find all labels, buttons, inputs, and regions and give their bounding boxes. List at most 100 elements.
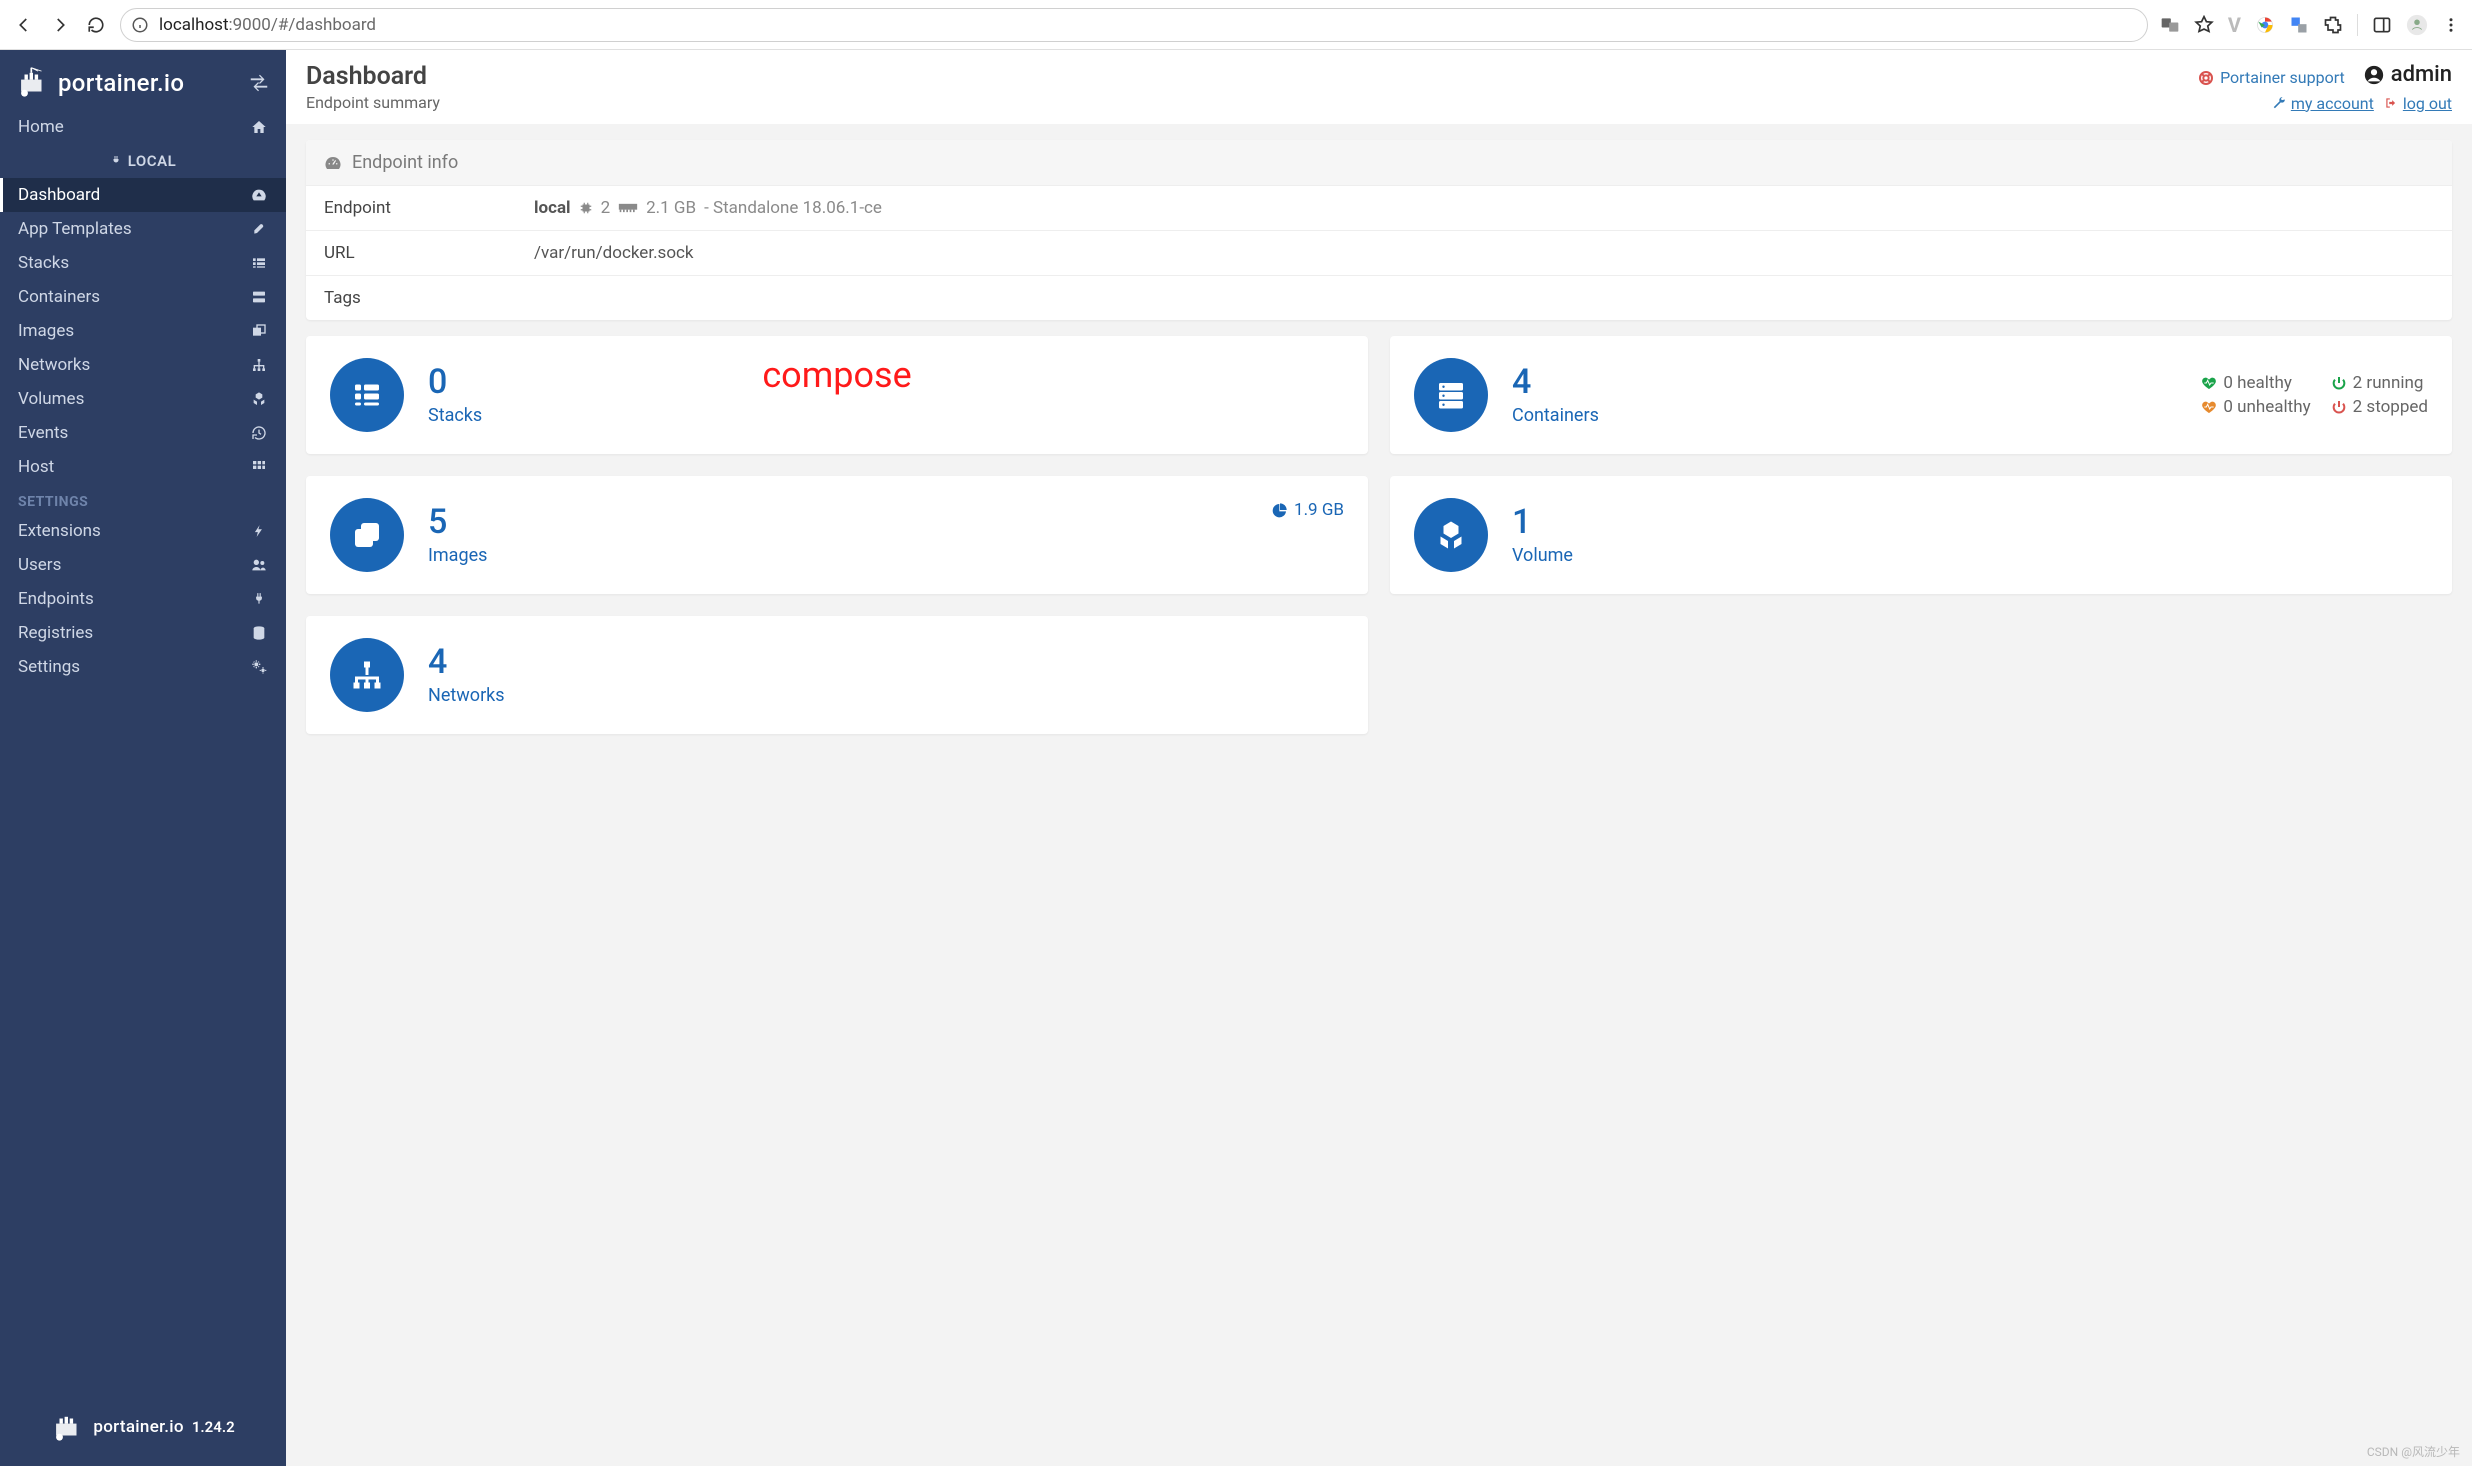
- sidebar-item-label: App Templates: [18, 219, 132, 239]
- bookmark-star-icon[interactable]: [2194, 15, 2214, 35]
- power-icon: [2331, 375, 2347, 391]
- list-icon: [250, 255, 268, 271]
- stacks-icon: [330, 358, 404, 432]
- plug-icon: [250, 591, 268, 607]
- sidebar-item-label: Events: [18, 423, 68, 443]
- sidebar-item-containers[interactable]: Containers: [0, 280, 286, 314]
- sidebar-item-label: Settings: [18, 657, 80, 677]
- bolt-icon: [250, 523, 268, 539]
- networks-icon: [330, 638, 404, 712]
- cubes-icon: [250, 391, 268, 407]
- sidebar-item-registries[interactable]: Registries: [0, 616, 286, 650]
- sidebar-section-local: LOCAL: [0, 144, 286, 178]
- ext-chrome-icon[interactable]: [2255, 15, 2275, 35]
- heartbeat-icon: [2201, 375, 2217, 391]
- tile-volume[interactable]: 1 Volume: [1390, 476, 2452, 594]
- server-icon: [250, 289, 268, 305]
- history-icon: [250, 425, 268, 441]
- separator: [2357, 14, 2358, 36]
- tachometer-icon: [250, 187, 268, 203]
- tile-networks[interactable]: 4 Networks: [306, 616, 1368, 734]
- sidebar-item-label: Networks: [18, 355, 90, 375]
- sidebar-item-users[interactable]: Users: [0, 548, 286, 582]
- plug-icon: [110, 155, 122, 167]
- sidebar-item-home[interactable]: Home: [0, 110, 286, 144]
- extensions-icon[interactable]: [2323, 15, 2343, 35]
- page-subtitle: Endpoint summary: [306, 93, 440, 112]
- sidebar-item-label: Registries: [18, 623, 93, 643]
- ext-translate-icon[interactable]: [2289, 15, 2309, 35]
- logout-link[interactable]: log out: [2384, 94, 2452, 113]
- page-header: Dashboard Endpoint summary Portainer sup…: [286, 50, 2472, 124]
- sidebar-item-extensions[interactable]: Extensions: [0, 514, 286, 548]
- annotation-compose: compose: [762, 354, 911, 396]
- sidebar-item-stacks[interactable]: Stacks: [0, 246, 286, 280]
- sidebar-item-images[interactable]: Images: [0, 314, 286, 348]
- sidebar-item-volumes[interactable]: Volumes: [0, 382, 286, 416]
- sign-out-icon: [2384, 96, 2398, 110]
- sidebar-item-label: Endpoints: [18, 589, 94, 609]
- url-text: localhost:9000/#/dashboard: [159, 15, 376, 35]
- back-button[interactable]: [12, 13, 36, 37]
- stacks-count: 0: [428, 365, 482, 399]
- tachometer-icon: [324, 154, 342, 172]
- volume-icon: [1414, 498, 1488, 572]
- memory-icon: [618, 202, 638, 214]
- container-status: 0 healthy 2 running 0 unhealthy 2 stoppe…: [2201, 373, 2428, 417]
- translate-icon[interactable]: [2160, 15, 2180, 35]
- database-icon: [250, 625, 268, 641]
- sidebar-item-networks[interactable]: Networks: [0, 348, 286, 382]
- kebab-menu-icon[interactable]: [2442, 16, 2460, 34]
- side-panel-icon[interactable]: [2372, 15, 2392, 35]
- sidebar-item-host[interactable]: Host: [0, 450, 286, 484]
- info-row-url: URL /var/run/docker.sock: [306, 231, 2452, 276]
- containers-icon: [1414, 358, 1488, 432]
- profile-avatar-icon[interactable]: [2406, 14, 2428, 36]
- images-icon: [330, 498, 404, 572]
- portainer-logo-icon: [16, 66, 50, 100]
- brand-logo[interactable]: portainer.io: [16, 66, 184, 100]
- sidebar-heading-settings: SETTINGS: [0, 484, 286, 514]
- tile-images[interactable]: 5 Images 1.9 GB: [306, 476, 1368, 594]
- sidebar-item-events[interactable]: Events: [0, 416, 286, 450]
- cogs-icon: [250, 659, 268, 675]
- version-label: 1.24.2: [192, 1418, 235, 1436]
- sidebar-item-label: Host: [18, 457, 54, 477]
- tile-containers[interactable]: 4 Containers 0 healthy 2 running 0 unhea…: [1390, 336, 2452, 454]
- endpoint-url: /var/run/docker.sock: [534, 243, 2434, 263]
- images-count: 5: [428, 505, 487, 539]
- endpoint-name: local: [534, 198, 571, 218]
- tile-stacks[interactable]: 0 Stacks compose: [306, 336, 1368, 454]
- ext-vue-icon[interactable]: V: [2228, 13, 2241, 37]
- portainer-support-link[interactable]: Portainer support: [2198, 68, 2345, 87]
- th-icon: [250, 459, 268, 475]
- sidebar-item-label: Extensions: [18, 521, 101, 541]
- containers-count: 4: [1512, 365, 1599, 399]
- life-ring-icon: [2198, 70, 2214, 86]
- info-row-endpoint: Endpoint local 2 2.1 GB - Standalone 18.…: [306, 186, 2452, 231]
- forward-button[interactable]: [48, 13, 72, 37]
- wrench-icon: [2272, 96, 2286, 110]
- pie-chart-icon: [1272, 502, 1288, 518]
- address-bar[interactable]: localhost:9000/#/dashboard: [120, 8, 2148, 42]
- site-info-icon[interactable]: [131, 16, 149, 34]
- sidebar: portainer.io Home LOCAL Dashboard App Te…: [0, 50, 286, 1466]
- reload-button[interactable]: [84, 13, 108, 37]
- sidebar-item-endpoints[interactable]: Endpoints: [0, 582, 286, 616]
- brand-name: portainer.io: [58, 69, 184, 97]
- sidebar-item-app-templates[interactable]: App Templates: [0, 212, 286, 246]
- endpoint-info-panel: Endpoint info Endpoint local 2 2.1 GB - …: [306, 140, 2452, 320]
- page-title: Dashboard: [306, 62, 440, 91]
- sitemap-icon: [250, 357, 268, 373]
- sidebar-item-settings[interactable]: Settings: [0, 650, 286, 684]
- power-icon: [2331, 399, 2347, 415]
- portainer-logo-icon: [51, 1410, 85, 1444]
- sidebar-item-label: Volumes: [18, 389, 84, 409]
- images-size: 1.9 GB: [1272, 500, 1344, 520]
- networks-count: 4: [428, 645, 505, 679]
- user-badge[interactable]: admin: [2363, 62, 2452, 87]
- my-account-link[interactable]: my account: [2272, 94, 2374, 113]
- sidebar-item-dashboard[interactable]: Dashboard: [0, 178, 286, 212]
- sidebar-toggle-icon[interactable]: [248, 72, 270, 94]
- sidebar-item-label: Dashboard: [18, 185, 100, 205]
